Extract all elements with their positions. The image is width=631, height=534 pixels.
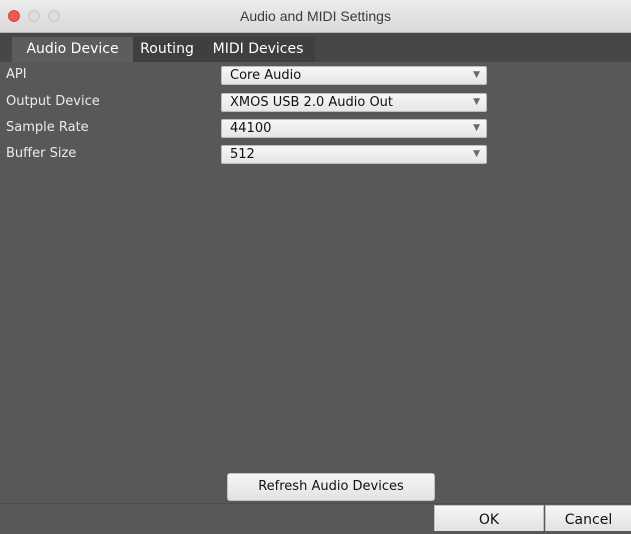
chevron-down-icon: ▼ [473,123,480,133]
footer-divider [0,503,631,504]
buffer-size-dropdown[interactable]: 512 ▼ [221,145,487,164]
window-title: Audio and MIDI Settings [240,8,391,24]
tab-bar: Audio Device Routing MIDI Devices [0,33,631,62]
api-dropdown-value: Core Audio [230,68,302,83]
ok-button[interactable]: OK [434,505,544,531]
sample-rate-dropdown[interactable]: 44100 ▼ [221,119,487,138]
buffer-size-label: Buffer Size [6,146,77,161]
chevron-down-icon: ▼ [473,149,480,159]
api-dropdown[interactable]: Core Audio ▼ [221,66,487,85]
output-device-label: Output Device [6,94,100,109]
title-bar[interactable]: Audio and MIDI Settings [0,0,631,33]
refresh-audio-devices-button[interactable]: Refresh Audio Devices [227,473,435,501]
chevron-down-icon: ▼ [473,97,480,107]
cancel-button[interactable]: Cancel [545,505,631,531]
output-device-dropdown[interactable]: XMOS USB 2.0 Audio Out ▼ [221,93,487,112]
api-label: API [6,67,27,82]
buffer-size-dropdown-value: 512 [230,147,255,162]
tab-midi-devices[interactable]: MIDI Devices [201,37,315,62]
sample-rate-label: Sample Rate [6,120,89,135]
tab-routing[interactable]: Routing [133,37,201,62]
tab-audio-device[interactable]: Audio Device [12,37,133,62]
sample-rate-dropdown-value: 44100 [230,121,272,136]
chevron-down-icon: ▼ [473,70,480,80]
output-device-dropdown-value: XMOS USB 2.0 Audio Out [230,95,394,110]
audio-midi-settings-window: Audio and MIDI Settings Audio Device Rou… [0,0,631,531]
